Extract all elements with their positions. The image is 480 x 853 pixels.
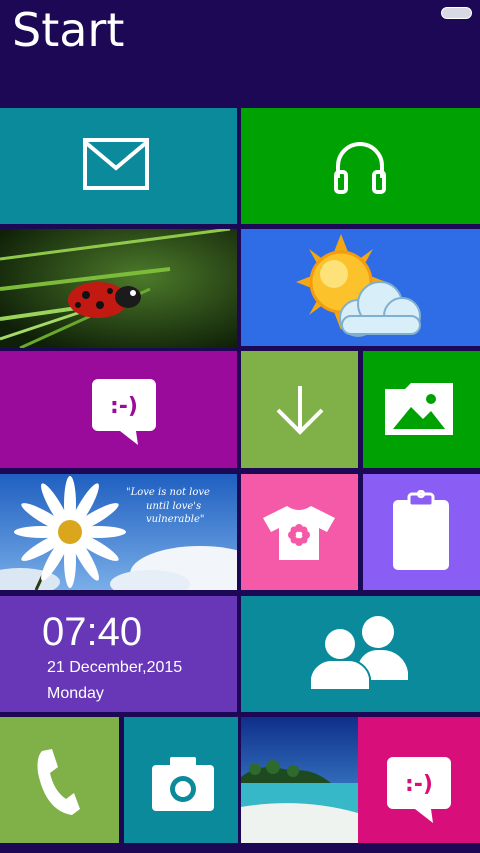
quote-line-1: "Love is not love (126, 487, 210, 498)
messaging-tile[interactable]: :-) (0, 351, 237, 468)
svg-text::-): :-) (110, 394, 138, 419)
message-smiley-icon: :-) (387, 757, 451, 823)
svg-text::-): :-) (405, 772, 433, 797)
quote-line-2: until love's vulnerable" (146, 501, 205, 525)
daisy-photo-tile[interactable]: "Love is not love until love's vulnerabl… (0, 474, 237, 590)
clock-day: Monday (47, 685, 104, 702)
camera-icon (152, 757, 214, 811)
downloads-tile[interactable] (241, 351, 358, 468)
camera-tile[interactable] (124, 717, 238, 843)
weather-tile[interactable] (241, 229, 480, 346)
music-tile[interactable] (241, 108, 480, 224)
ladybug-photo (0, 229, 237, 348)
mail-icon (83, 138, 149, 190)
beach-photo (241, 717, 358, 843)
arrow-down-icon (276, 386, 324, 435)
clipboard-icon (393, 490, 449, 570)
image-folder-icon (385, 383, 453, 435)
people-icon (309, 616, 408, 690)
headphones-icon (334, 142, 386, 194)
menu-handle[interactable] (441, 7, 472, 19)
themes-tile[interactable] (241, 474, 358, 590)
message-smiley-icon: :-) (92, 379, 156, 445)
clock-date: 21 December,2015 (47, 659, 183, 676)
ladybug-photo-tile[interactable] (0, 229, 237, 348)
gallery-tile[interactable] (363, 351, 480, 468)
phone-tile[interactable] (0, 717, 119, 843)
clipboard-tile[interactable] (363, 474, 480, 590)
phone-icon (37, 749, 80, 815)
messaging2-tile[interactable]: :-) (358, 717, 480, 843)
mail-tile[interactable] (0, 108, 237, 224)
contacts-tile[interactable] (241, 596, 480, 712)
sun-cloud-icon (296, 234, 421, 337)
beach-photo-tile[interactable] (241, 717, 358, 843)
clock-time: 07:40 (42, 610, 143, 654)
tshirt-icon (263, 506, 335, 560)
clock-tile[interactable]: 07:40 21 December,2015 Monday (0, 596, 237, 712)
page-title: Start (12, 3, 125, 57)
